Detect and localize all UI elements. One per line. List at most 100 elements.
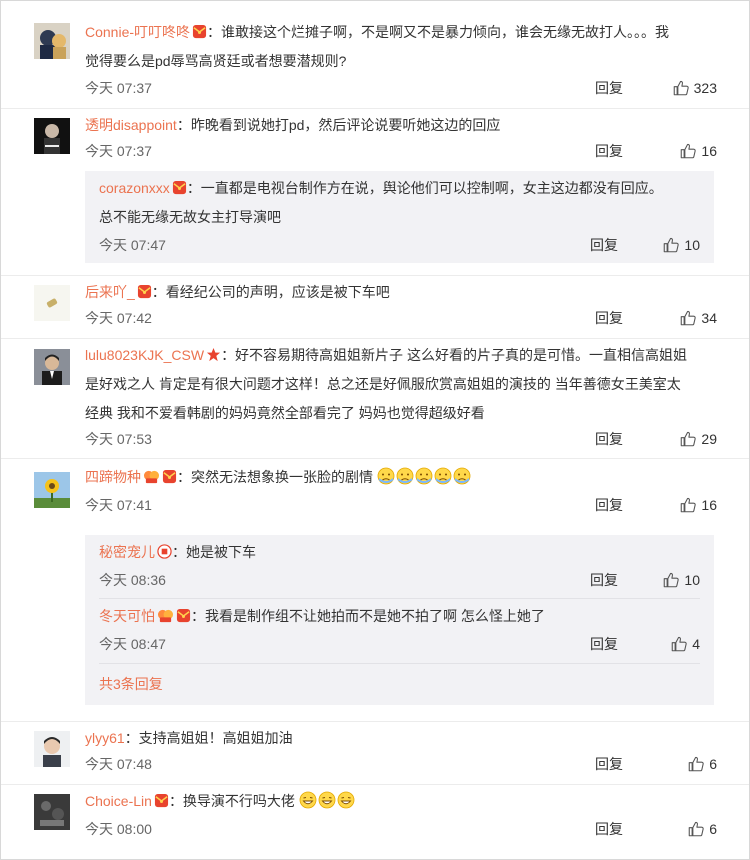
- like-count: 34: [701, 310, 717, 326]
- timestamp: 今天 07:48: [85, 756, 152, 772]
- username[interactable]: lulu8023KJK_CSW: [85, 347, 204, 363]
- username[interactable]: ylyy61: [85, 730, 125, 746]
- like-button[interactable]: 6: [687, 754, 717, 774]
- fan-badge-icon: [144, 470, 159, 484]
- like-button[interactable]: 10: [662, 235, 700, 255]
- sad-face-emoji: [377, 467, 395, 485]
- thumb-up-icon: [662, 571, 680, 589]
- thumb-up-icon: [670, 635, 688, 653]
- comment-item: 四蹄物种 ：突然无法想象换一张脸的剧情 今天 07:41 回复 16 秘密宠儿 ：她…: [1, 458, 749, 722]
- red-envelope-badge-icon: [162, 469, 177, 484]
- comment-item: ylyy61：支持高姐姐！高姐姐加油 今天 07:48 回复 6: [1, 721, 749, 785]
- view-more-replies-link[interactable]: 共3条回复: [99, 674, 163, 694]
- avatar[interactable]: [34, 23, 70, 59]
- username[interactable]: 四蹄物种: [85, 469, 141, 485]
- red-envelope-badge-icon: [154, 793, 169, 808]
- timestamp: 今天 07:53: [85, 431, 152, 447]
- reply-button[interactable]: 回复: [595, 495, 623, 515]
- reply-button[interactable]: 回复: [595, 308, 623, 328]
- sad-face-emoji: [396, 467, 414, 485]
- comment-body-cont: 经典 我和不爱看韩剧的妈妈竟然全部看完了 妈妈也觉得超级好看: [85, 405, 485, 421]
- avatar[interactable]: [34, 472, 70, 508]
- comment-body: ：换导演不行吗大佬: [168, 793, 295, 809]
- avatar[interactable]: [34, 285, 70, 321]
- like-count: 16: [701, 497, 717, 513]
- username[interactable]: corazonxxx: [99, 180, 170, 196]
- comment-body-cont: 觉得要么是pd辱骂高贤廷或者想要潜规则?: [85, 53, 347, 69]
- reply-body: ：一直都是电视台制作方在说，舆论他们可以控制啊，女主这边都没有回应。: [186, 180, 663, 196]
- comment-meta: 今天 07:42 回复 34: [85, 308, 717, 328]
- comment-item: 透明disappoint：昨晚看到说她打pd，然后评论说要听她这边的回应 今天 …: [1, 108, 749, 276]
- comment-meta: 今天 07:53 回复 29: [85, 429, 717, 449]
- comment-body: ：突然无法想象换一张脸的剧情: [177, 469, 373, 485]
- username[interactable]: Choice-Lin: [85, 793, 152, 809]
- timestamp: 今天 08:00: [85, 821, 152, 837]
- timestamp: 今天 07:47: [99, 237, 166, 253]
- thumb-up-icon: [687, 755, 705, 773]
- reply-meta: 今天 08:36 回复 10: [99, 570, 700, 590]
- comment-meta: 今天 07:37 回复 323: [85, 78, 717, 98]
- like-button[interactable]: 4: [670, 634, 700, 654]
- reply-text: 秘密宠儿 ：她是被下车: [99, 538, 700, 567]
- reply-button[interactable]: 回复: [590, 634, 618, 654]
- comment-body: ：看经纪公司的声明，应该是被下车吧: [151, 284, 390, 300]
- thumb-up-icon: [679, 309, 697, 327]
- reply-box: corazonxxx ：一直都是电视台制作方在说，舆论他们可以控制啊，女主这边都没…: [85, 171, 714, 263]
- comment-text: Choice-Lin ：换导演不行吗大佬: [85, 787, 729, 816]
- timestamp: 今天 08:47: [99, 636, 166, 652]
- username[interactable]: 冬天可怕: [99, 608, 155, 624]
- reply-button[interactable]: 回复: [595, 819, 623, 839]
- reply-button[interactable]: 回复: [595, 754, 623, 774]
- reply-box: 秘密宠儿 ：她是被下车 今天 08:36 回复 10 冬天可怕 ：我看是制作组不让她…: [85, 535, 714, 705]
- like-count: 323: [693, 80, 717, 96]
- avatar[interactable]: [34, 118, 70, 154]
- thumb-up-icon: [679, 430, 697, 448]
- username[interactable]: 秘密宠儿: [99, 544, 155, 560]
- grinning-face-emoji: [337, 791, 355, 809]
- divider: [99, 598, 700, 599]
- username[interactable]: Connie-叮叮咚咚: [85, 24, 190, 40]
- like-button[interactable]: 323: [672, 78, 717, 98]
- thumb-up-icon: [679, 142, 697, 160]
- sad-face-emoji: [453, 467, 471, 485]
- username[interactable]: 透明disappoint: [85, 117, 177, 133]
- comment-body: ：支持高姐姐！高姐姐加油: [124, 730, 293, 746]
- avatar[interactable]: [34, 731, 70, 767]
- reply-button[interactable]: 回复: [595, 78, 623, 98]
- thumb-up-icon: [687, 820, 705, 838]
- like-button[interactable]: 10: [662, 570, 700, 590]
- reply-button[interactable]: 回复: [590, 235, 618, 255]
- reply-button[interactable]: 回复: [595, 141, 623, 161]
- comment-text: 四蹄物种 ：突然无法想象换一张脸的剧情: [85, 463, 729, 492]
- comment-meta: 今天 07:48 回复 6: [85, 754, 717, 774]
- comment-list: Connie-叮叮咚咚 ：谁敢接这个烂摊子啊，不是啊又不是暴力倾向，谁会无缘无故打…: [0, 0, 750, 860]
- avatar[interactable]: [34, 349, 70, 385]
- red-envelope-badge-icon: [172, 180, 187, 195]
- like-button[interactable]: 16: [679, 495, 717, 515]
- red-star-badge-icon: [207, 347, 221, 362]
- comment-item: lulu8023KJK_CSW ：好不容易期待高姐姐新片子 这么好看的片子真的是可…: [1, 338, 749, 459]
- fortune-badge-icon: [157, 544, 172, 559]
- like-button[interactable]: 34: [679, 308, 717, 328]
- like-button[interactable]: 29: [679, 429, 717, 449]
- like-button[interactable]: 6: [687, 819, 717, 839]
- username[interactable]: 后来吖_: [85, 284, 135, 300]
- avatar[interactable]: [34, 794, 70, 830]
- like-count: 6: [709, 821, 717, 837]
- timestamp: 今天 07:37: [85, 143, 152, 159]
- comment-meta: 今天 08:00 回复 6: [85, 819, 717, 839]
- comment-text: 后来吖_ ：看经纪公司的声明，应该是被下车吧: [85, 278, 729, 307]
- like-button[interactable]: 16: [679, 141, 717, 161]
- thumb-up-icon: [672, 79, 690, 97]
- like-count: 4: [692, 636, 700, 652]
- comment-meta: 今天 07:37 回复 16: [85, 141, 717, 161]
- thumb-up-icon: [679, 496, 697, 514]
- reply-button[interactable]: 回复: [590, 570, 618, 590]
- comment-body: ：谁敢接这个烂摊子啊，不是啊又不是暴力倾向，谁会无缘无故打人。。。我: [207, 24, 670, 40]
- thumb-up-icon: [662, 236, 680, 254]
- reply-meta: 今天 08:47 回复 4: [99, 634, 700, 654]
- like-count: 10: [684, 572, 700, 588]
- like-count: 6: [709, 756, 717, 772]
- reply-body: ：我看是制作组不让她拍而不是她不拍了啊 怎么怪上她了: [191, 608, 545, 624]
- reply-button[interactable]: 回复: [595, 429, 623, 449]
